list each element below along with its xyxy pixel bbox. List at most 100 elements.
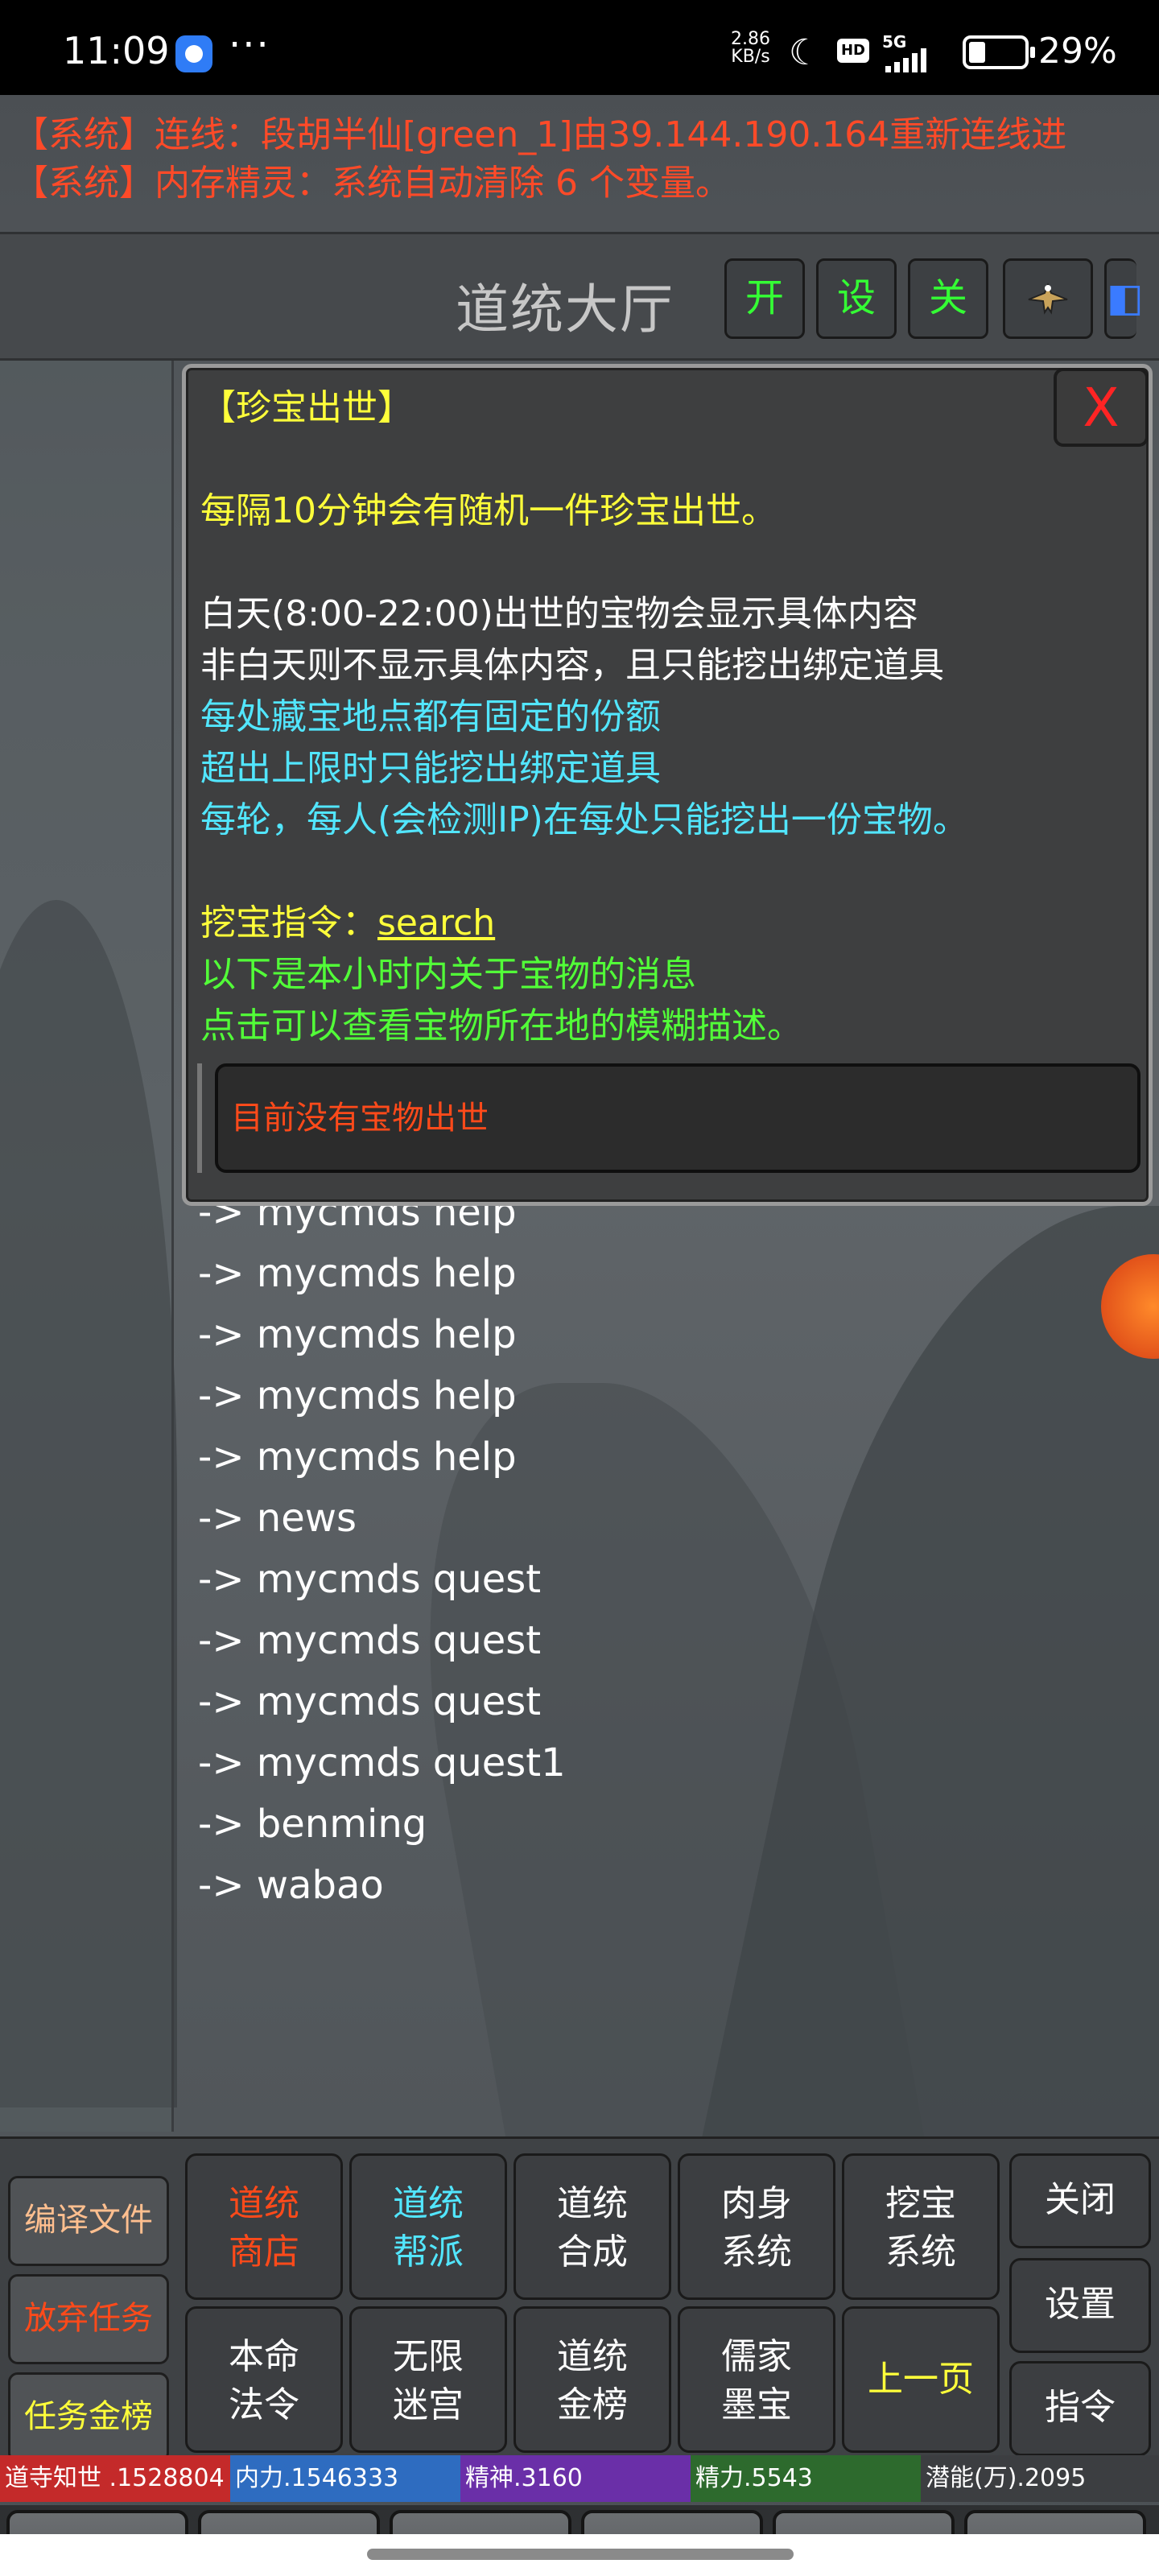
stat-potential: 潜能(万).2095 <box>921 2455 1159 2502</box>
shop-button[interactable]: 道统 商店 <box>185 2153 343 2300</box>
system-message: 【系统】内存精灵：系统自动清除 6 个变量。 <box>13 163 731 204</box>
net-speed-unit: KB/s <box>731 47 770 67</box>
popup-line: 每轮，每人(会检测IP)在每处只能挖出一份宝物。 <box>200 799 968 840</box>
life-decree-button[interactable]: 本命 法令 <box>185 2306 343 2453</box>
popup-heading: 【珍宝出世】 <box>200 387 413 428</box>
hall-title: 道统大厅 <box>456 279 674 341</box>
log-line[interactable]: -> benming <box>198 1794 566 1855</box>
log-line[interactable]: -> mycmds help <box>198 1243 566 1304</box>
tab-common[interactable]: 常用 <box>6 2510 188 2534</box>
close-panel-button[interactable]: 关闭 <box>1009 2153 1151 2248</box>
popup-line: 点击可以查看宝物所在地的模糊描述。 <box>200 1005 802 1046</box>
tab-guide[interactable]: 指南 <box>773 2510 955 2534</box>
command-log: -> mycmds help -> mycmds help -> mycmds … <box>198 1182 566 1916</box>
system-messages: 【系统】连线：段胡半仙[green_1]由39.144.190.164重新连线进… <box>13 111 1159 208</box>
popup-line: 以下是本小时内关于宝物的消息 <box>200 954 696 995</box>
body-system-button[interactable]: 肉身 系统 <box>678 2153 835 2300</box>
button-line: 挖宝 <box>885 2183 956 2224</box>
log-line[interactable]: -> mycmds quest <box>198 1671 566 1732</box>
button-line: 迷宫 <box>393 2384 464 2425</box>
button-line: 上一页 <box>868 2359 974 2400</box>
button-line: 合成 <box>557 2231 628 2273</box>
infinite-maze-button[interactable]: 无限 迷宫 <box>349 2306 507 2453</box>
button-line: 商店 <box>229 2231 299 2273</box>
net-speed: 2.86 KB/s <box>731 31 770 66</box>
button-line: 墨宝 <box>721 2384 792 2425</box>
stat-energy: 精力.5543 <box>691 2455 921 2502</box>
open-button[interactable]: 开 <box>724 258 805 339</box>
button-line: 本命 <box>229 2336 299 2377</box>
button-line: 道统 <box>229 2183 299 2224</box>
hd-badge: HD <box>837 39 869 63</box>
popup-line: 白天(8:00-22:00)出世的宝物会显示具体内容 <box>200 593 918 634</box>
tab-cultivate[interactable]: 修炼 <box>198 2510 380 2534</box>
more-tools-button[interactable]: ◧ <box>1104 258 1143 339</box>
more-notifications-icon: ··· <box>229 23 270 68</box>
log-line[interactable]: -> mycmds help <box>198 1426 566 1488</box>
log-line[interactable]: -> wabao <box>198 1855 566 1916</box>
button-line: 儒家 <box>721 2336 792 2377</box>
button-line: 道统 <box>557 2336 628 2377</box>
signal-bars-icon <box>885 48 926 72</box>
status-time: 11:09 <box>63 29 170 72</box>
log-line[interactable]: -> news <box>198 1488 566 1549</box>
button-line: 道统 <box>393 2183 464 2224</box>
battery-percent: 29% <box>1038 31 1117 72</box>
button-line: 无限 <box>393 2336 464 2377</box>
synthesis-button[interactable]: 道统 合成 <box>514 2153 671 2300</box>
list-scrollbar[interactable] <box>197 1063 202 1173</box>
left-side-panel <box>0 361 174 2132</box>
log-line[interactable]: -> mycmds quest <box>198 1610 566 1671</box>
home-indicator-pill[interactable] <box>367 2549 794 2560</box>
log-line[interactable]: -> mycmds help <box>198 1304 566 1365</box>
bottom-tabs: 常用 修炼 战斗 任务 指南 频道 <box>0 2505 1159 2534</box>
home-indicator <box>0 2534 1159 2576</box>
popup-line: 每处藏宝地点都有固定的份额 <box>200 696 661 737</box>
popup-intro: 每隔10分钟会有随机一件珍宝出世。 <box>200 490 777 531</box>
ranking-button[interactable]: 道统 金榜 <box>514 2306 671 2453</box>
treasure-system-button[interactable]: 挖宝 系统 <box>842 2153 1000 2300</box>
button-line: 肉身 <box>721 2183 792 2224</box>
system-message: 【系统】连线：段胡半仙[green_1]由39.144.190.164重新连线进 <box>13 114 1067 155</box>
app-notification-icon <box>175 35 212 72</box>
button-line: 道统 <box>557 2183 628 2224</box>
tab-quest[interactable]: 任务 <box>581 2510 763 2534</box>
stats-bar: 道寺知世 .1528804 内力.1546333 精神.3160 精力.5543… <box>0 2455 1159 2502</box>
tab-channel[interactable]: 频道 <box>964 2510 1146 2534</box>
treasure-list: 目前没有宝物出世 <box>215 1063 1140 1173</box>
log-line[interactable]: -> mycmds quest <box>198 1549 566 1610</box>
stat-xp: 道寺知世 .1528804 <box>0 2455 230 2502</box>
task-ranking-button[interactable]: 任务金榜 <box>8 2372 169 2462</box>
log-line[interactable]: -> mycmds help <box>198 1365 566 1426</box>
game-screen: 【系统】连线：段胡半仙[green_1]由39.144.190.164重新连线进… <box>0 95 1159 2534</box>
button-line: 帮派 <box>393 2231 464 2273</box>
previous-page-button[interactable]: 上一页 <box>842 2306 1000 2453</box>
commands-button[interactable]: 指令 <box>1009 2361 1151 2456</box>
abandon-task-button[interactable]: 放弃任务 <box>8 2274 169 2364</box>
ink-treasure-button[interactable]: 儒家 墨宝 <box>678 2306 835 2453</box>
bottom-panel: 编译文件 放弃任务 任务金榜 道统 商店 道统 帮派 道统 合成 肉身 系统 挖宝 系统 … <box>0 2136 1159 2462</box>
eagle-icon[interactable] <box>1003 258 1093 339</box>
button-line: 金榜 <box>557 2384 628 2425</box>
treasure-popup: X 【珍宝出世】 每隔10分钟会有随机一件珍宝出世。 白天(8:00-22:00… <box>182 364 1153 1206</box>
popup-line: 非白天则不显示具体内容，且只能挖出绑定道具 <box>200 645 944 686</box>
settings-panel-button[interactable]: 设置 <box>1009 2258 1151 2353</box>
close-button[interactable]: 关 <box>908 258 988 339</box>
stat-internal-power: 内力.1546333 <box>230 2455 460 2502</box>
button-line: 法令 <box>229 2384 299 2425</box>
stat-spirit: 精神.3160 <box>460 2455 691 2502</box>
status-bar: 11:09 ··· 2.86 KB/s ☾ HD 5G 29% <box>0 0 1159 95</box>
command-label: 挖宝指令： <box>200 902 377 943</box>
button-line: 系统 <box>721 2231 792 2273</box>
guild-button[interactable]: 道统 帮派 <box>349 2153 507 2300</box>
do-not-disturb-icon: ☾ <box>789 32 821 73</box>
hall-header: 道统大厅 开 设 关 ◧ <box>0 232 1159 361</box>
search-command-link[interactable]: search <box>377 902 495 943</box>
command-row: 挖宝指令：search <box>200 898 1070 949</box>
popup-body: 【珍宝出世】 每隔10分钟会有随机一件珍宝出世。 白天(8:00-22:00)出… <box>200 382 1070 1052</box>
compile-file-button[interactable]: 编译文件 <box>8 2176 169 2266</box>
settings-button[interactable]: 设 <box>816 258 897 339</box>
tab-combat[interactable]: 战斗 <box>390 2510 571 2534</box>
popup-line: 超出上限时只能挖出绑定道具 <box>200 748 661 789</box>
log-line[interactable]: -> mycmds quest1 <box>198 1732 566 1794</box>
